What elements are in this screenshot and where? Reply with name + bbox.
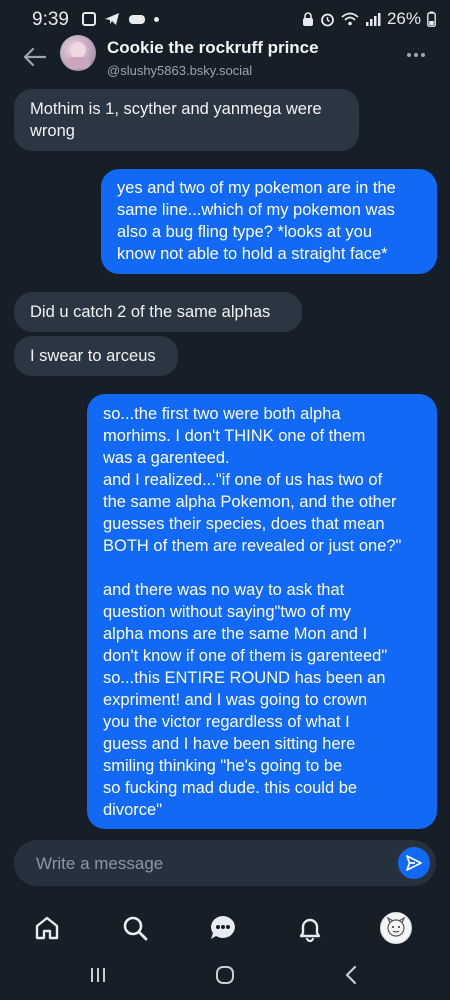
system-nav-bar xyxy=(0,950,450,1000)
search-icon xyxy=(123,916,148,941)
lock-icon xyxy=(302,12,313,26)
message-bubble-incoming[interactable]: I swear to arceus xyxy=(14,336,178,376)
message-line: yes and two of my pokemon are in the xyxy=(117,179,396,197)
bell-icon xyxy=(299,918,321,942)
message-bubble-outgoing[interactable]: so...the first two were both alpha morhi… xyxy=(87,394,437,829)
message-bubble-incoming[interactable]: Did u catch 2 of the same alphas xyxy=(14,292,302,332)
contact-handle: @slushy5863.bsky.social xyxy=(107,63,253,78)
gamepad-icon xyxy=(129,15,145,24)
message-line: and I realized..."if one of us has two o… xyxy=(103,471,383,489)
message-line: so...this ENTIRE ROUND has been an xyxy=(103,669,386,687)
chat-icon xyxy=(211,916,235,939)
more-options-button[interactable] xyxy=(404,45,428,65)
send-icon xyxy=(406,855,422,871)
message-line: Did u catch 2 of the same alphas xyxy=(30,303,271,321)
message-line: don't know if one of them is garenteed" xyxy=(103,647,388,665)
message-bubble-outgoing[interactable]: yes and two of my pokemon are in the sam… xyxy=(101,169,437,274)
contact-name[interactable]: Cookie the rockruff prince xyxy=(107,38,319,58)
message-line: the same alpha Pokemon, and the other xyxy=(103,493,397,511)
message-line: alpha mons are the same Mon and I xyxy=(103,625,368,643)
gallery-icon xyxy=(82,12,96,26)
message-line: so fucking mad dude. this could be xyxy=(103,779,358,797)
message-line: was a garenteed. xyxy=(103,449,230,467)
notification-dot-icon xyxy=(154,16,159,22)
message-line: guesses their species, does that mean xyxy=(103,515,385,533)
message-line: and there was no way to ask that xyxy=(103,581,345,599)
message-line: also a bug fling type? *looks at you xyxy=(117,223,373,241)
back-nav-icon xyxy=(345,965,357,985)
send-button[interactable] xyxy=(398,847,430,879)
telegram-icon xyxy=(105,13,119,25)
message-line: expriment! and I was going to crown xyxy=(103,691,368,709)
more-dot-icon xyxy=(421,53,425,57)
tab-search[interactable] xyxy=(115,908,155,948)
contact-avatar[interactable] xyxy=(60,35,96,71)
tab-profile[interactable] xyxy=(376,908,416,948)
message-line: know not able to hold a straight face* xyxy=(117,245,388,263)
message-line: Mothim is 1, scyther and yanmega were xyxy=(30,100,322,118)
message-line: I swear to arceus xyxy=(30,347,156,365)
avatar-image-icon xyxy=(66,42,90,69)
battery-percent: 26% xyxy=(386,9,421,28)
message-line: BOTH of them are revealed or just one?" xyxy=(103,537,402,555)
message-line: question without saying"two of my xyxy=(103,603,351,621)
message-line: same line...which of my pokemon was xyxy=(117,201,395,219)
status-time: 9:39 xyxy=(32,9,69,30)
message-line: wrong xyxy=(30,122,75,140)
message-bubble-incoming[interactable]: Mothim is 1, scyther and yanmega were wr… xyxy=(14,89,359,151)
message-input[interactable] xyxy=(34,840,388,888)
message-line: smiling thinking "he's going to be xyxy=(103,757,343,775)
home-nav-icon xyxy=(216,966,234,984)
home-icon xyxy=(35,916,59,940)
message-composer xyxy=(14,840,436,888)
more-dot-icon xyxy=(407,53,411,57)
status-left-icons xyxy=(82,11,159,27)
message-paragraph-gap xyxy=(103,557,421,579)
profile-avatar xyxy=(380,912,412,944)
tab-notifications[interactable] xyxy=(290,908,330,948)
arrow-left-icon xyxy=(23,47,47,67)
battery-icon xyxy=(427,11,436,27)
bottom-tab-bar xyxy=(0,896,450,958)
recents-icon xyxy=(91,968,105,982)
message-line: you the victor regardless of what I xyxy=(103,713,350,731)
conversation-header: Cookie the rockruff prince @slushy5863.b… xyxy=(0,30,450,88)
message-line: morhims. I don't THINK one of them xyxy=(103,427,366,445)
tab-chat[interactable] xyxy=(203,908,243,948)
alarm-icon xyxy=(321,13,334,26)
status-right: 26% xyxy=(302,9,436,29)
message-line: divorce" xyxy=(103,801,163,819)
back-nav-button[interactable] xyxy=(331,960,371,990)
recents-button[interactable] xyxy=(78,960,118,990)
profile-drawing-icon xyxy=(386,916,406,937)
home-nav-button[interactable] xyxy=(205,960,245,990)
message-line: guess and I have been sitting here xyxy=(103,735,356,753)
message-line: so...the first two were both alpha xyxy=(103,405,341,423)
back-button[interactable] xyxy=(18,40,52,74)
more-dot-icon xyxy=(414,53,418,57)
wifi-icon xyxy=(341,12,359,26)
signal-icon xyxy=(365,13,381,26)
tab-home[interactable] xyxy=(27,908,67,948)
